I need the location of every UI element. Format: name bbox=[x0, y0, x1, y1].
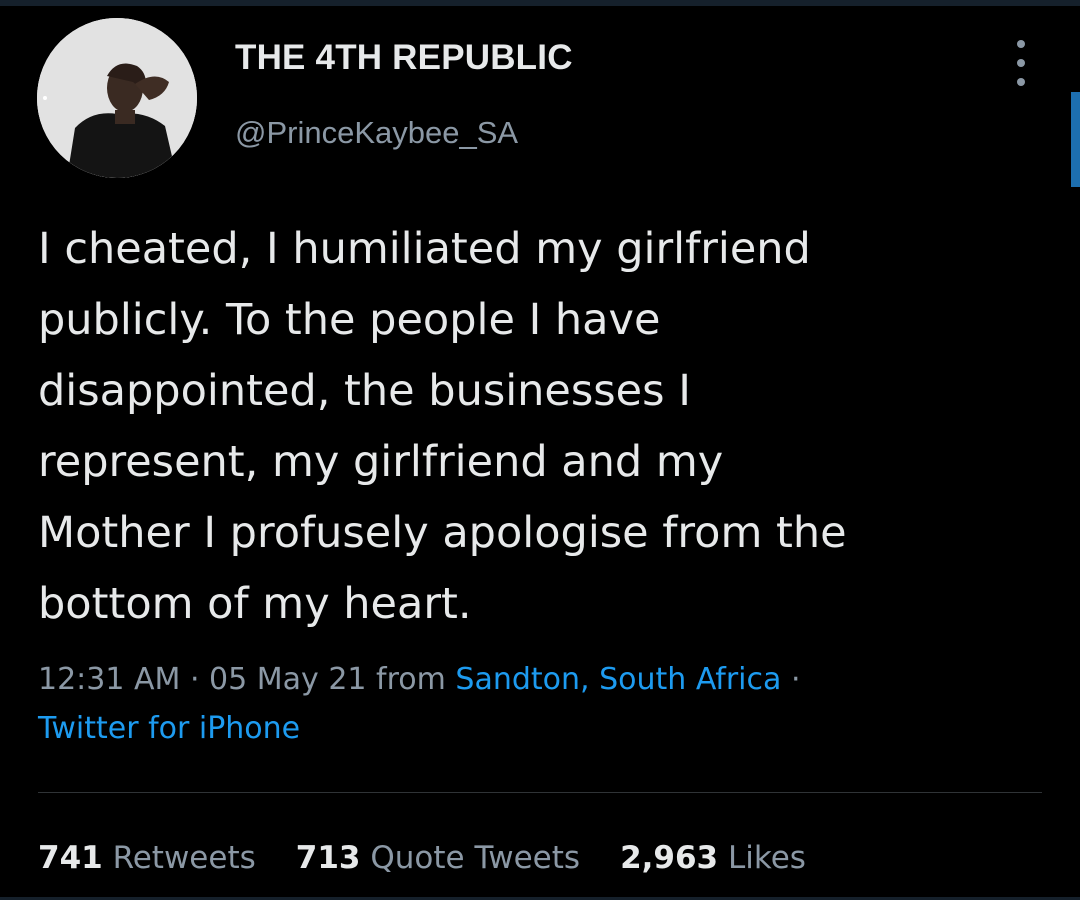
more-vertical-icon bbox=[1017, 40, 1025, 48]
quote-tweets-label: Quote Tweets bbox=[370, 840, 581, 876]
meta-separator: · bbox=[189, 662, 200, 697]
top-edge bbox=[0, 0, 1080, 6]
tweet-source-line: Twitter for iPhone bbox=[38, 711, 300, 746]
tweet-metadata: 12:31 AM · 05 May 21 from Sandton, South… bbox=[38, 662, 801, 697]
likes-label: Likes bbox=[727, 840, 806, 876]
display-name[interactable]: THE 4TH REPUBLIC bbox=[235, 38, 573, 78]
more-vertical-icon-dot bbox=[1017, 59, 1025, 67]
tweet-text-line: Mother I profusely apologise from the bbox=[38, 508, 847, 558]
tweet-text-line: publicly. To the people I have bbox=[38, 295, 661, 345]
retweets-stat[interactable]: 741 Retweets bbox=[38, 840, 256, 876]
quote-tweets-count: 713 bbox=[295, 840, 361, 876]
tweet-text-line: I cheated, I humiliated my girlfriend bbox=[38, 224, 811, 274]
divider bbox=[38, 792, 1042, 793]
location-link[interactable]: Sandton, South Africa bbox=[455, 662, 781, 697]
tweet-text-line: bottom of my heart. bbox=[38, 579, 472, 629]
likes-stat[interactable]: 2,963 Likes bbox=[620, 840, 806, 876]
likes-count: 2,963 bbox=[620, 840, 719, 876]
more-vertical-icon-dot bbox=[1017, 78, 1025, 86]
tweet-date[interactable]: 05 May 21 bbox=[209, 662, 366, 697]
scroll-indicator[interactable] bbox=[1071, 92, 1080, 187]
more-options-button[interactable] bbox=[1006, 40, 1036, 86]
tweet-text-line: represent, my girlfriend and my bbox=[38, 437, 724, 487]
tweet-time[interactable]: 12:31 AM bbox=[38, 662, 180, 697]
tweet-text-line: disappointed, the businesses I bbox=[38, 366, 691, 416]
avatar[interactable] bbox=[37, 18, 197, 178]
meta-separator: · bbox=[790, 662, 801, 697]
from-label: from bbox=[376, 662, 446, 697]
avatar-photo bbox=[37, 18, 197, 178]
tweet-text: I cheated, I humiliated my girlfriend pu… bbox=[38, 214, 1038, 640]
quote-tweets-stat[interactable]: 713 Quote Tweets bbox=[296, 840, 580, 876]
engagement-stats: 741 Retweets 713 Quote Tweets 2,963 Like… bbox=[38, 840, 846, 876]
retweets-count: 741 bbox=[38, 840, 103, 876]
source-link[interactable]: Twitter for iPhone bbox=[38, 711, 300, 746]
user-handle[interactable]: @PrinceKaybee_SA bbox=[235, 115, 518, 151]
retweets-label: Retweets bbox=[112, 840, 256, 876]
